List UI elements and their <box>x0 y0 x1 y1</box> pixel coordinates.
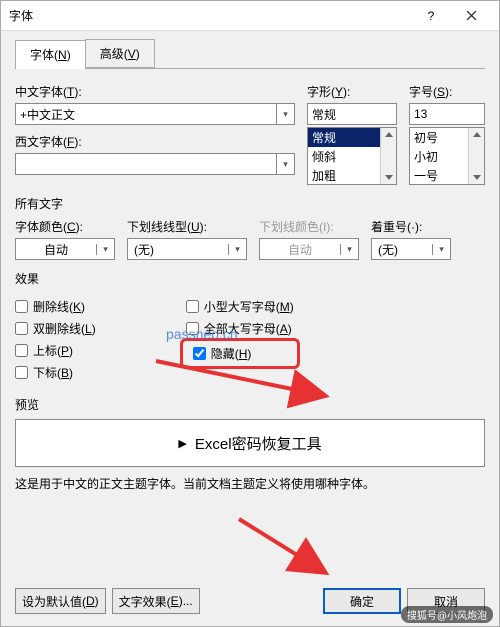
font-color-dropdown[interactable]: 自动▾ <box>15 238 115 260</box>
ok-button[interactable]: 确定 <box>323 588 401 614</box>
set-default-button[interactable]: 设为默认值(D) <box>15 588 106 614</box>
label-western-font: 西文字体(F): <box>15 133 295 150</box>
preview-box: ▶ Excel密码恢复工具 <box>15 419 485 467</box>
checkbox-small-caps[interactable]: 小型大写字母(M) <box>186 298 294 315</box>
font-style-list[interactable]: 常规 倾斜 加粗 <box>307 127 397 185</box>
font-dialog: 字体 ? 字体(N) 高级(V) 中文字体(T): ▾ 西文字体(F): ▾ <box>0 0 500 627</box>
western-font-input[interactable] <box>16 154 276 174</box>
western-font-combo[interactable]: ▾ <box>15 153 295 175</box>
chinese-font-input[interactable] <box>16 104 276 124</box>
chevron-down-icon: ▾ <box>96 244 114 255</box>
dialog-title: 字体 <box>9 7 411 24</box>
section-preview: 预览 <box>15 396 485 413</box>
label-emphasis: 着重号(·): <box>371 218 451 235</box>
help-button[interactable]: ? <box>411 2 451 30</box>
emphasis-dropdown[interactable]: (无)▾ <box>371 238 451 260</box>
font-style-input-wrap <box>307 103 397 125</box>
chevron-down-icon: ▾ <box>340 244 358 255</box>
font-size-input[interactable] <box>410 104 500 124</box>
close-button[interactable] <box>451 2 491 30</box>
font-size-list[interactable]: 初号 小初 一号 <box>409 127 485 185</box>
section-effects: 效果 <box>15 270 485 287</box>
label-font-size: 字号(S): <box>409 83 485 100</box>
close-icon <box>466 10 477 21</box>
chinese-font-combo[interactable]: ▾ <box>15 103 295 125</box>
annotation-arrow-2 <box>231 511 341 586</box>
label-underline-style: 下划线线型(U): <box>127 218 247 235</box>
section-all-characters: 所有文字 <box>15 195 485 212</box>
preview-description: 这是用于中文的正文主题字体。当前文档主题定义将使用哪种字体。 <box>15 475 485 492</box>
tabs: 字体(N) 高级(V) <box>15 39 485 69</box>
checkbox-superscript[interactable]: 上标(P) <box>15 342 96 359</box>
label-underline-color: 下划线颜色(I): <box>259 218 359 235</box>
preview-text: Excel密码恢复工具 <box>195 433 322 454</box>
label-chinese-font: 中文字体(T): <box>15 83 295 100</box>
checkbox-all-caps[interactable]: 全部大写字母(A) <box>186 320 294 337</box>
checkbox-hidden[interactable]: 隐藏(H) <box>193 345 287 362</box>
text-effects-button[interactable]: 文字效果(E)... <box>112 588 200 614</box>
underline-color-dropdown: 自动▾ <box>259 238 359 260</box>
tab-font[interactable]: 字体(N) <box>15 40 86 69</box>
underline-style-dropdown[interactable]: (无)▾ <box>127 238 247 260</box>
callout-hidden: 隐藏(H) <box>180 338 300 369</box>
chevron-down-icon[interactable]: ▾ <box>276 104 294 124</box>
chevron-down-icon: ▾ <box>432 244 450 255</box>
checkbox-subscript[interactable]: 下标(B) <box>15 364 96 381</box>
scrollbar[interactable] <box>468 128 484 184</box>
author-signature: 搜狐号@小风炮泡 <box>401 606 493 623</box>
checkbox-strikethrough[interactable]: 删除线(K) <box>15 298 96 315</box>
font-size-input-wrap <box>409 103 485 125</box>
chevron-down-icon[interactable]: ▾ <box>276 154 294 174</box>
chevron-down-icon: ▾ <box>228 244 246 255</box>
label-font-style: 字形(Y): <box>307 83 397 100</box>
tab-advanced[interactable]: 高级(V) <box>85 39 155 68</box>
checkbox-double-strikethrough[interactable]: 双删除线(L) <box>15 320 96 337</box>
titlebar: 字体 ? <box>1 1 499 31</box>
triangle-right-icon: ▶ <box>178 437 186 450</box>
scrollbar[interactable] <box>380 128 396 184</box>
label-font-color: 字体颜色(C): <box>15 218 115 235</box>
